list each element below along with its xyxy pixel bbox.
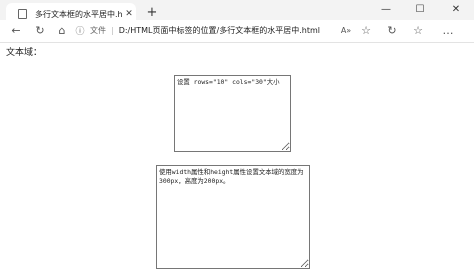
refresh-icon[interactable]: ↻ <box>32 24 48 38</box>
textarea-width-height[interactable] <box>156 165 310 269</box>
file-label: 文件 <box>90 25 106 35</box>
back-icon[interactable]: ← <box>8 24 24 38</box>
tab-title: 多行文本框的水平居中.html <box>35 9 122 19</box>
tab-close-icon[interactable]: ✕ <box>122 9 136 19</box>
minimize-button[interactable]: — <box>376 4 396 15</box>
window-close-button[interactable]: ✕ <box>446 4 466 15</box>
info-icon[interactable]: ⓘ <box>74 24 86 37</box>
favorite-icon[interactable]: ☆ <box>358 24 374 38</box>
refresh-page-icon[interactable]: ↻ <box>384 24 400 38</box>
page-content: 文本域： <box>0 43 474 277</box>
page-icon <box>18 9 27 19</box>
address-separator: | <box>111 25 114 35</box>
more-icon[interactable]: … <box>440 24 456 38</box>
textarea-rows-cols[interactable] <box>174 75 291 152</box>
url-text[interactable]: D:/HTML页面中标签的位置/多行文本框的水平居中.html <box>119 25 320 36</box>
collections-icon[interactable]: ☆ <box>410 24 426 38</box>
textarea-label: 文本域： <box>6 48 43 58</box>
read-aloud-icon[interactable]: A» <box>338 24 354 38</box>
browser-toolbar: ← ↻ ⌂ ⓘ 文件 | D:/HTML页面中标签的位置/多行文本框的水平居中.… <box>0 20 474 43</box>
home-icon[interactable]: ⌂ <box>54 24 70 38</box>
new-tab-button[interactable]: + <box>144 5 160 21</box>
maximize-button[interactable]: ☐ <box>410 4 430 15</box>
